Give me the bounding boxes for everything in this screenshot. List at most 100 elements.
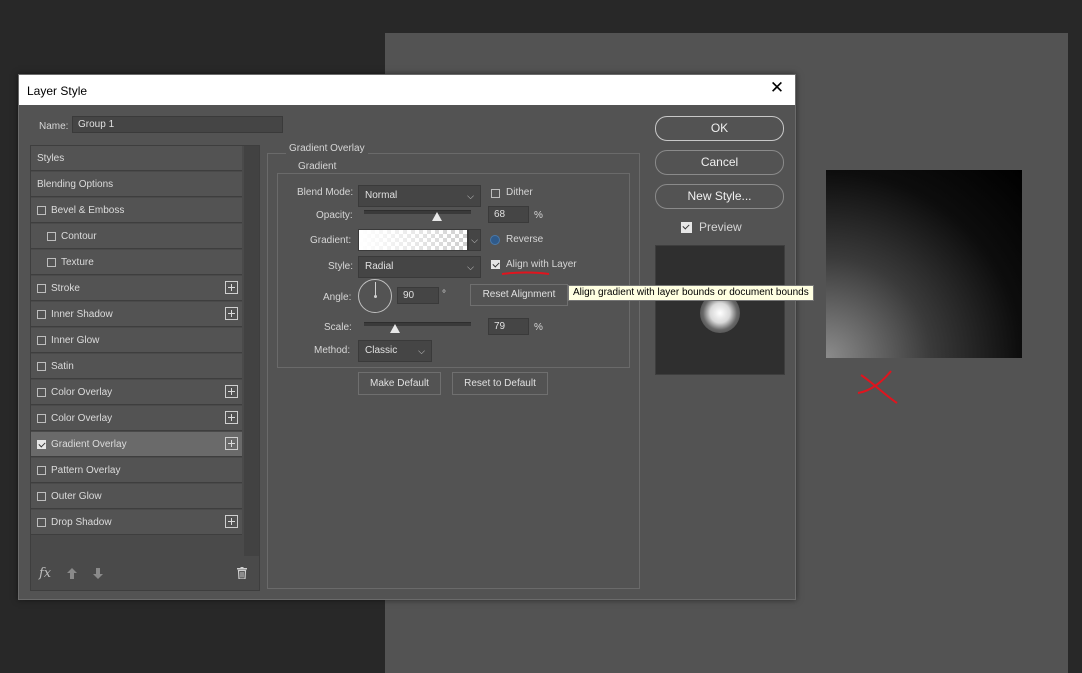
style-row-inner-shadow[interactable]: Inner Shadow bbox=[31, 302, 242, 327]
style-row-color-overlay[interactable]: Color Overlay bbox=[31, 380, 242, 405]
dialog-titlebar: Layer Style ✕ bbox=[19, 75, 795, 105]
gradient-swatch[interactable] bbox=[358, 229, 468, 251]
add-effect-plus-icon[interactable] bbox=[225, 385, 238, 398]
gradient-label: Gradient: bbox=[310, 235, 352, 246]
style-row-gradient-overlay[interactable]: Gradient Overlay bbox=[31, 432, 242, 457]
style-row-label: Outer Glow bbox=[51, 491, 102, 502]
align-with-layer-label: Align with Layer bbox=[506, 259, 577, 270]
style-checkbox[interactable] bbox=[37, 466, 46, 475]
reset-to-default-button[interactable]: Reset to Default bbox=[452, 372, 548, 395]
angle-degree: ° bbox=[442, 289, 446, 300]
style-checkbox[interactable] bbox=[47, 258, 56, 267]
opacity-input[interactable]: 68 bbox=[488, 206, 529, 223]
angle-label: Angle: bbox=[323, 292, 352, 303]
add-effect-plus-icon[interactable] bbox=[225, 437, 238, 450]
ok-button[interactable]: OK bbox=[655, 116, 784, 141]
preview-checkbox[interactable] bbox=[681, 222, 692, 233]
fx-icon[interactable]: fx bbox=[39, 566, 51, 581]
blend-mode-value: Normal bbox=[365, 190, 398, 201]
make-default-button[interactable]: Make Default bbox=[358, 372, 441, 395]
reset-alignment-button[interactable]: Reset Alignment bbox=[470, 284, 568, 306]
style-checkbox[interactable] bbox=[37, 492, 46, 501]
preview-label: Preview bbox=[699, 220, 742, 234]
style-checkbox[interactable] bbox=[37, 284, 46, 293]
style-checkbox[interactable] bbox=[37, 336, 46, 345]
style-row-contour[interactable]: Contour bbox=[31, 224, 242, 249]
angle-input[interactable]: 90 bbox=[397, 287, 439, 304]
gradient-picker-button[interactable]: ⌵ bbox=[468, 229, 481, 251]
method-select[interactable]: Classic ⌵ bbox=[358, 340, 432, 362]
angle-needle bbox=[375, 282, 376, 296]
blend-mode-select[interactable]: Normal ⌵ bbox=[358, 185, 481, 207]
add-effect-plus-icon[interactable] bbox=[225, 281, 238, 294]
style-row-color-overlay[interactable]: Color Overlay bbox=[31, 406, 242, 431]
opacity-slider[interactable] bbox=[364, 210, 471, 214]
close-icon[interactable]: ✕ bbox=[769, 79, 785, 96]
layer-gradient-result bbox=[826, 170, 1022, 358]
scale-slider[interactable] bbox=[364, 322, 471, 326]
trash-icon[interactable] bbox=[237, 567, 247, 579]
styles-scrollbar[interactable] bbox=[244, 146, 259, 556]
dither-checkbox[interactable] bbox=[491, 189, 500, 198]
style-select[interactable]: Radial ⌵ bbox=[358, 256, 481, 278]
style-checkbox[interactable] bbox=[37, 388, 46, 397]
angle-dial[interactable] bbox=[358, 279, 392, 313]
chevron-down-icon: ⌵ bbox=[418, 346, 425, 356]
style-checkbox[interactable] bbox=[37, 362, 46, 371]
cancel-button[interactable]: Cancel bbox=[655, 150, 784, 175]
style-row-inner-glow[interactable]: Inner Glow bbox=[31, 328, 242, 353]
style-row-bevel-emboss[interactable]: Bevel & Emboss bbox=[31, 198, 242, 223]
layer-style-dialog: Layer Style ✕ Name: Group 1 Styles Blendi… bbox=[18, 74, 796, 600]
opacity-slider-thumb[interactable] bbox=[431, 212, 442, 221]
style-row-label: Blending Options bbox=[37, 179, 114, 190]
style-checkbox[interactable] bbox=[37, 518, 46, 527]
scale-slider-thumb[interactable] bbox=[390, 324, 401, 333]
opacity-percent: % bbox=[534, 210, 543, 221]
style-value: Radial bbox=[365, 261, 394, 272]
style-checkbox[interactable] bbox=[37, 310, 46, 319]
style-checkbox[interactable] bbox=[47, 232, 56, 241]
add-effect-plus-icon[interactable] bbox=[225, 307, 238, 320]
style-row-label: Gradient Overlay bbox=[51, 439, 127, 450]
method-label: Method: bbox=[314, 345, 351, 356]
style-row-label: Inner Shadow bbox=[51, 309, 113, 320]
style-row-stroke[interactable]: Stroke bbox=[31, 276, 242, 301]
reverse-checkbox[interactable] bbox=[490, 235, 500, 245]
style-row-satin[interactable]: Satin bbox=[31, 354, 242, 379]
new-style-button[interactable]: New Style... bbox=[655, 184, 784, 209]
arrow-down-icon[interactable] bbox=[93, 568, 103, 579]
style-checkbox[interactable] bbox=[37, 414, 46, 423]
method-value: Classic bbox=[365, 345, 398, 356]
preview-thumbnail bbox=[655, 245, 785, 375]
style-row-label: Pattern Overlay bbox=[51, 465, 121, 476]
style-row-label: Color Overlay bbox=[51, 413, 113, 424]
style-row-drop-shadow[interactable]: Drop Shadow bbox=[31, 510, 242, 535]
style-row-blending-options[interactable]: Blending Options bbox=[31, 172, 242, 197]
style-row-styles[interactable]: Styles bbox=[31, 146, 242, 171]
name-input[interactable]: Group 1 bbox=[72, 116, 283, 133]
style-row-label: Color Overlay bbox=[51, 387, 113, 398]
red-underline-annotation bbox=[501, 271, 550, 275]
arrow-up-icon[interactable] bbox=[67, 568, 77, 579]
styles-list: Styles Blending Options Bevel & Emboss Cont… bbox=[30, 145, 260, 591]
red-x-annotation bbox=[857, 370, 898, 404]
tooltip: Align gradient with layer bounds or docu… bbox=[568, 285, 814, 301]
style-checkbox[interactable] bbox=[37, 440, 46, 449]
add-effect-plus-icon[interactable] bbox=[225, 515, 238, 528]
align-with-layer-checkbox[interactable] bbox=[491, 260, 500, 269]
style-row-label: Satin bbox=[51, 361, 74, 372]
opacity-label: Opacity: bbox=[316, 210, 353, 221]
add-effect-plus-icon[interactable] bbox=[225, 411, 238, 424]
scale-input[interactable]: 79 bbox=[488, 318, 529, 335]
style-row-outer-glow[interactable]: Outer Glow bbox=[31, 484, 242, 509]
style-label: Style: bbox=[328, 261, 354, 272]
style-row-pattern-overlay[interactable]: Pattern Overlay bbox=[31, 458, 242, 483]
dialog-title: Layer Style bbox=[27, 84, 88, 98]
style-checkbox[interactable] bbox=[37, 206, 46, 215]
section-title: Gradient Overlay bbox=[286, 143, 368, 154]
style-row-label: Texture bbox=[61, 257, 94, 268]
dither-label: Dither bbox=[506, 187, 533, 198]
angle-center bbox=[374, 295, 377, 298]
style-row-label: Contour bbox=[61, 231, 97, 242]
style-row-texture[interactable]: Texture bbox=[31, 250, 242, 275]
